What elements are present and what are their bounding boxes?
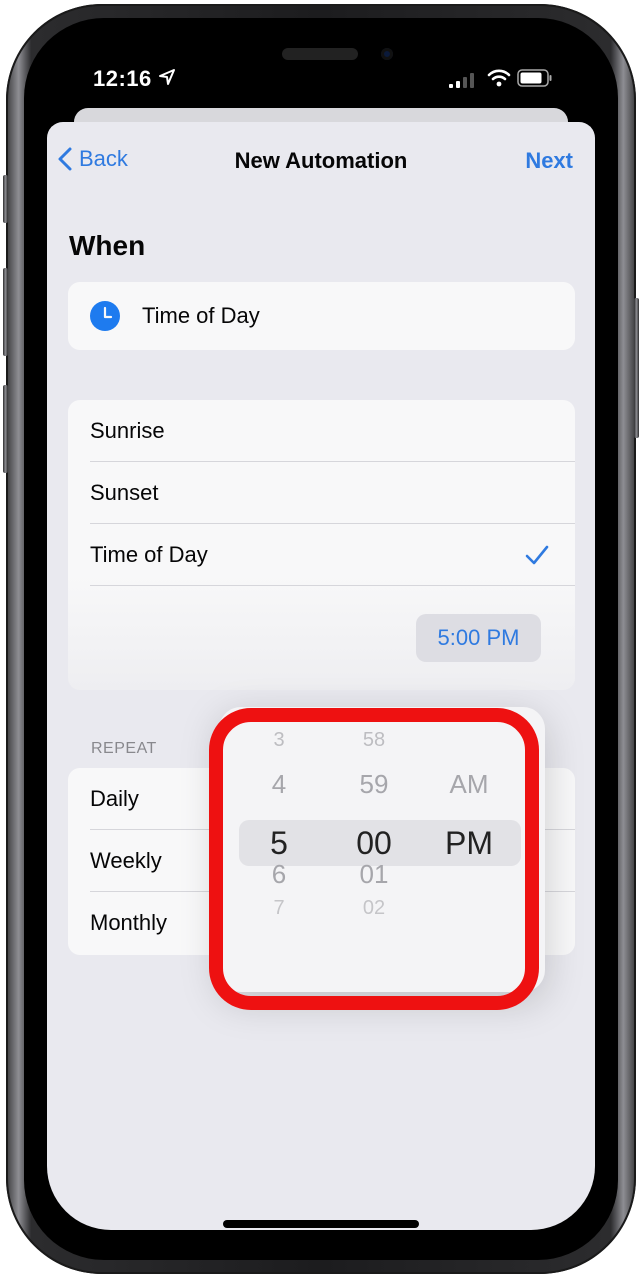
option-label: Time of Day (90, 541, 208, 567)
wifi-icon (487, 69, 511, 87)
minute-option[interactable]: 59 (334, 769, 414, 800)
minute-wheel[interactable]: 58 59 00 01 02 (334, 707, 414, 992)
hour-option[interactable]: 7 (249, 897, 309, 920)
hour-option[interactable]: 6 (249, 859, 309, 890)
hour-option-selected[interactable]: 5 (249, 825, 309, 862)
status-bar: 12:16 (47, 30, 595, 110)
back-button[interactable]: Back (57, 146, 128, 172)
signal-icon (449, 73, 474, 88)
chevron-left-icon (58, 147, 72, 171)
volume-up-button (3, 268, 8, 356)
period-wheel[interactable]: AM PM (429, 707, 509, 992)
trigger-label: Time of Day (142, 303, 260, 328)
option-sunset[interactable]: Sunset (90, 462, 575, 524)
clock-icon (90, 301, 120, 331)
hour-option[interactable]: 3 (249, 729, 309, 752)
period-option[interactable]: AM (429, 769, 509, 800)
silent-switch (3, 175, 8, 223)
repeat-label: Monthly (90, 910, 168, 935)
automation-sheet: Back New Automation Next When Time of Da… (47, 122, 595, 1230)
option-label: Sunrise (90, 417, 165, 443)
repeat-header: REPEAT (91, 740, 157, 757)
back-label: Back (79, 146, 128, 171)
home-indicator[interactable] (223, 1220, 419, 1228)
option-label: Sunset (90, 479, 159, 505)
phone-screen: 12:16 Back New Automation Next When Time… (47, 30, 595, 1230)
battery-icon (517, 69, 552, 87)
trigger-card[interactable]: Time of Day (68, 282, 575, 350)
location-arrow-icon (159, 69, 175, 85)
status-time: 12:16 (93, 66, 152, 91)
navigation-bar: Back New Automation Next (47, 122, 595, 182)
speaker-grille (282, 48, 358, 60)
time-value-button[interactable]: 5:00 PM (416, 614, 541, 662)
repeat-label: Weekly (90, 847, 162, 873)
minute-option[interactable]: 02 (334, 897, 414, 920)
when-heading: When (69, 230, 146, 261)
repeat-label: Daily (90, 785, 139, 811)
front-camera (381, 48, 393, 60)
time-picker-popover: 3 4 5 6 7 58 59 00 01 02 AM PM (219, 707, 545, 992)
hour-wheel[interactable]: 3 4 5 6 7 (249, 707, 309, 992)
period-option-selected[interactable]: PM (429, 825, 509, 862)
page-title: New Automation (234, 148, 408, 173)
hour-option[interactable]: 4 (249, 769, 309, 800)
option-time-of-day[interactable]: Time of Day (90, 524, 575, 586)
minute-option-selected[interactable]: 00 (334, 825, 414, 862)
power-button (634, 298, 639, 438)
minute-option[interactable]: 01 (334, 859, 414, 890)
option-sunrise[interactable]: Sunrise (90, 400, 575, 462)
minute-option[interactable]: 58 (334, 729, 414, 752)
next-button[interactable]: Next (525, 148, 573, 174)
volume-down-button (3, 385, 8, 473)
checkmark-icon (525, 545, 549, 564)
time-options-card: Sunrise Sunset Time of Day 5:00 PM (68, 400, 575, 690)
